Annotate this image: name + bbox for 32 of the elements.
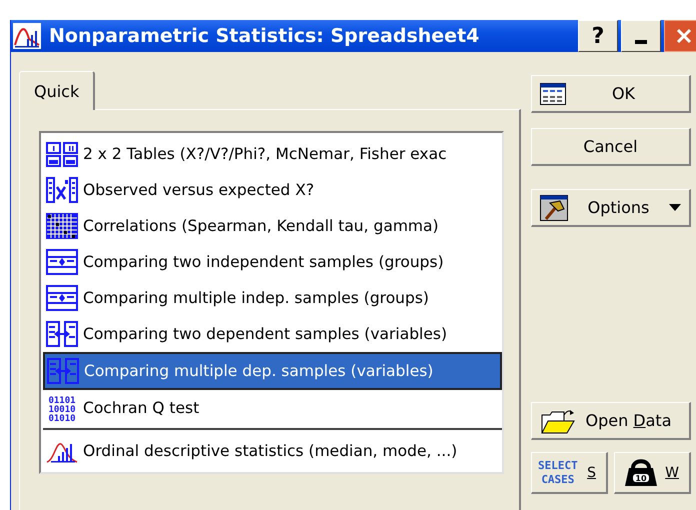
table-grid-icon — [46, 142, 78, 166]
list-item[interactable]: Comparing two dependent samples (variables) — [43, 316, 502, 352]
arrow-table-icon — [46, 249, 78, 275]
dropdown-arrow-icon — [669, 204, 681, 211]
ok-button[interactable]: OK — [531, 75, 691, 113]
help-button[interactable]: ? — [578, 20, 618, 52]
open-data-button[interactable]: Open Data — [531, 402, 691, 440]
cancel-button[interactable]: Cancel — [531, 128, 691, 166]
arrow-columns-icon — [47, 358, 79, 384]
list-item[interactable]: Comparing multiple indep. samples (groups) — [43, 280, 502, 316]
list-item[interactable]: Comparing two independent samples (groups) — [43, 244, 502, 280]
chart-icon — [13, 23, 41, 49]
list-item[interactable]: Ordinal descriptive statistics (median, mode, ...) — [43, 433, 502, 469]
minimize-button[interactable] — [621, 20, 661, 52]
list-item[interactable]: Comparing multiple dep. samples (variables) — [43, 352, 502, 390]
list-item[interactable]: 2 x 2 Tables (X?/V?/Phi?, McNemar, Fisher exac — [43, 136, 502, 172]
weight-button[interactable]: 10 W — [614, 452, 691, 494]
list-item[interactable]: Observed versus expected X? — [43, 172, 502, 208]
close-icon — [676, 28, 692, 44]
options-button[interactable]: Options — [531, 189, 691, 227]
tab[interactable]: Quick — [19, 71, 96, 110]
grid-icon — [46, 213, 78, 239]
binary-digits-icon: 01101 10010 01010 — [46, 394, 78, 422]
chi-square-icon — [46, 177, 78, 203]
hammer-icon — [540, 194, 568, 220]
arrow-table-icon — [46, 285, 78, 311]
close-button[interactable] — [664, 20, 696, 52]
list-item[interactable]: Correlations (Spearman, Kendall tau, gamma) — [43, 208, 502, 244]
spreadsheet-icon — [540, 82, 566, 104]
window-title: Nonparametric Statistics: Spreadsheet4 — [49, 25, 480, 47]
minimize-icon — [635, 40, 647, 44]
arrow-columns-icon — [46, 321, 78, 347]
